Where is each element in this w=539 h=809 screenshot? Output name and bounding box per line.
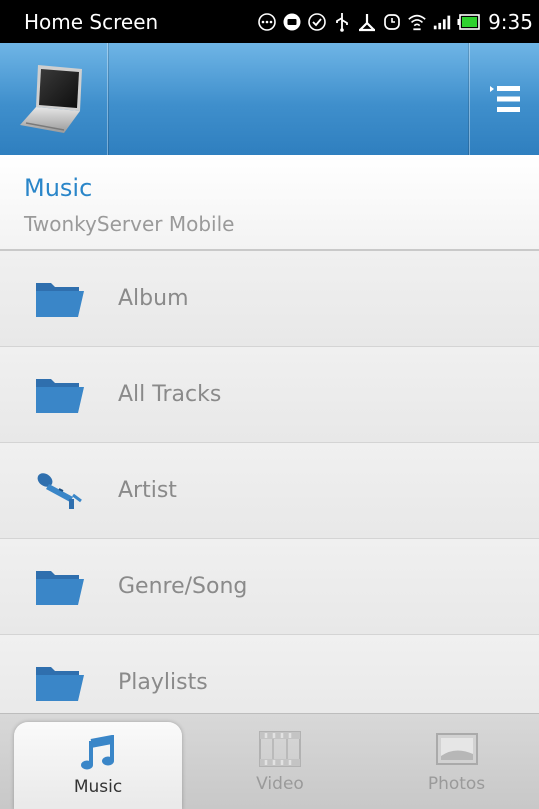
page-title: Music [24,174,93,202]
page-subtitle: TwonkyServer Mobile [24,212,235,236]
tab-music[interactable]: Music [14,722,182,809]
bottom-tab-bar: Music Video Photos [0,713,539,809]
folder-icon [30,658,90,708]
wifi-icon [407,12,427,32]
alarm-icon [382,12,402,32]
laptop-icon [19,65,82,133]
battery-icon [457,12,481,32]
list-item-artist[interactable]: Artist [0,443,539,539]
status-time: 9:35 [488,9,533,34]
film-icon [259,731,301,767]
list-item-playlists[interactable]: Playlists [0,635,539,713]
status-icons: 9:35 [257,10,533,34]
list-item-label: Artist [118,478,177,503]
folder-icon [30,274,90,324]
tab-label: Music [73,777,123,797]
photo-icon [435,733,478,765]
list-menu-icon [489,86,520,112]
list-item-label: Genre/Song [118,574,248,599]
status-title: Home Screen [24,9,159,34]
status-bar: Home Screen 9:35 [0,0,539,43]
signal-icon [432,12,452,32]
list-item-label: All Tracks [118,382,222,407]
action-bar [0,43,539,155]
list-item-album[interactable]: Album [0,251,539,347]
list-item-label: Album [118,286,189,311]
debug-icon [357,12,377,32]
list-item-all-tracks[interactable]: All Tracks [0,347,539,443]
list-item-label: Playlists [118,670,208,695]
message-icon [282,12,302,32]
more-icon [257,12,277,32]
page-header: Music TwonkyServer Mobile [0,155,539,251]
check-circle-icon [307,12,327,32]
microphone-icon [30,466,90,516]
tab-label: Video [256,774,304,794]
music-note-icon [81,735,114,770]
browse-list: Album All Tracks Artist Genre/Song Playl [0,251,539,713]
list-item-genre-song[interactable]: Genre/Song [0,539,539,635]
tab-video[interactable]: Video [196,714,364,809]
menu-button[interactable] [469,43,539,155]
tab-photos[interactable]: Photos [374,714,539,809]
folder-icon [30,370,90,420]
tab-label: Photos [427,774,486,794]
folder-icon [30,562,90,612]
usb-icon [332,12,352,32]
device-selector-button[interactable] [0,43,108,155]
